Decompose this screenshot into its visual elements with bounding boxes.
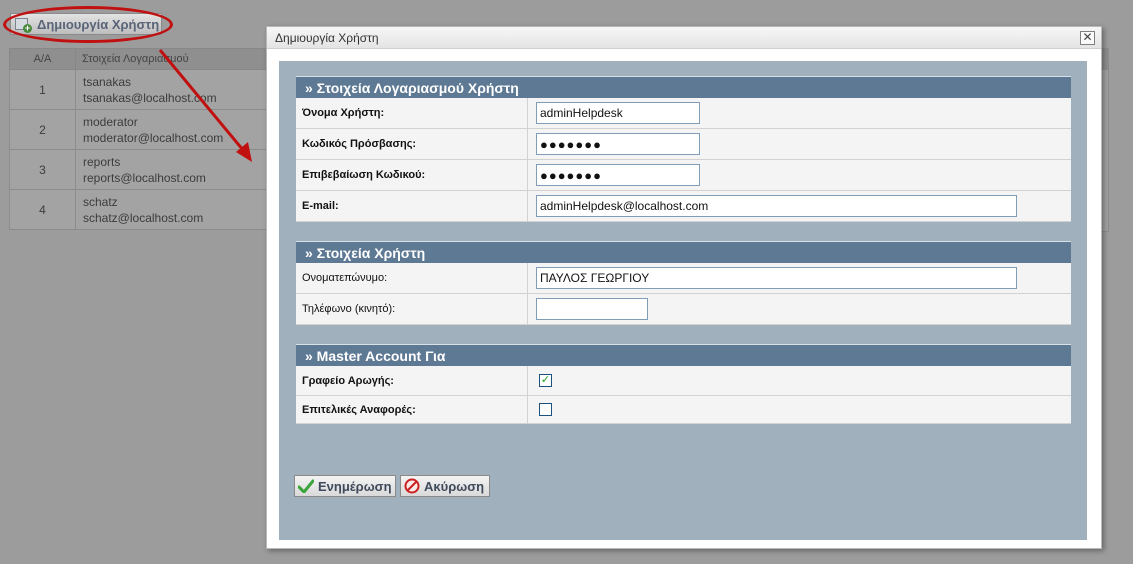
username-row: Όνομα Χρήστη: [296, 98, 1071, 129]
master-section-header: » Master Account Για [296, 344, 1071, 366]
column-header-account: Στοιχεία Λογαριασμού [75, 48, 267, 70]
dialog-title: Δημιουργία Χρήστη [275, 30, 379, 45]
helpdesk-row: Γραφείο Αρωγής: ✓ [296, 366, 1071, 396]
confirm-password-row: Επιβεβαίωση Κωδικού: [296, 160, 1071, 191]
email-row: E-mail: [296, 191, 1071, 222]
table-row[interactable]: 3 reports reports@localhost.com [9, 149, 267, 190]
column-header-index: Α/Α [9, 48, 76, 70]
password-row: Κωδικός Πρόσβασης: [296, 129, 1071, 160]
row-username: moderator [83, 114, 138, 129]
master-account-section: » Master Account Για Γραφείο Αρωγής: ✓ Ε… [296, 344, 1071, 424]
confirm-password-field[interactable] [536, 164, 700, 186]
checkmark-icon [298, 478, 314, 495]
row-email: reports@localhost.com [83, 170, 206, 185]
row-account: moderator moderator@localhost.com [75, 109, 267, 150]
update-button-label: Ενημέρωση [318, 478, 392, 494]
create-user-dialog: Δημιουργία Χρήστη ✕ » Στοιχεία Λογαριασμ… [266, 26, 1102, 549]
cancel-button[interactable]: Ακύρωση [400, 475, 490, 497]
dialog-titlebar[interactable]: Δημιουργία Χρήστη ✕ [267, 27, 1101, 49]
row-username: tsanakas [83, 74, 132, 89]
username-label: Όνομα Χρήστη: [296, 98, 528, 128]
row-email: moderator@localhost.com [83, 130, 224, 145]
fullname-label: Ονοματεπώνυμο: [296, 263, 528, 293]
row-account: reports reports@localhost.com [75, 149, 267, 190]
user-section-header: » Στοιχεία Χρήστη [296, 241, 1071, 263]
confirm-password-label: Επιβεβαίωση Κωδικού: [296, 160, 528, 190]
email-field[interactable] [536, 195, 1017, 217]
row-username: reports [83, 154, 121, 169]
row-index: 3 [9, 149, 76, 190]
user-details-section: » Στοιχεία Χρήστη Ονοματεπώνυμο: Τηλέφων… [296, 241, 1071, 325]
table-row[interactable]: 4 schatz schatz@localhost.com [9, 189, 267, 230]
username-field[interactable] [536, 102, 700, 124]
account-details-section: » Στοιχεία Λογαριασμού Χρήστη Όνομα Χρήσ… [296, 76, 1071, 222]
cancel-button-label: Ακύρωση [424, 478, 485, 494]
phone-label: Τηλέφωνο (κινητό): [296, 294, 528, 324]
close-icon[interactable]: ✕ [1080, 31, 1095, 45]
row-index: 2 [9, 109, 76, 150]
annotation-highlight-ellipse [3, 6, 173, 43]
row-index: 1 [9, 69, 76, 110]
checkmark-icon: ✓ [540, 374, 551, 386]
email-label: E-mail: [296, 191, 528, 221]
password-field[interactable] [536, 133, 700, 155]
users-table-header-row: Α/Α Στοιχεία Λογαριασμού [9, 48, 267, 70]
reports-checkbox[interactable] [539, 403, 552, 416]
update-button[interactable]: Ενημέρωση [294, 475, 396, 497]
users-table: Α/Α Στοιχεία Λογαριασμού 1 tsanakas tsan… [9, 48, 267, 230]
table-row[interactable]: 2 moderator moderator@localhost.com [9, 109, 267, 150]
dialog-body: » Στοιχεία Λογαριασμού Χρήστη Όνομα Χρήσ… [279, 61, 1087, 540]
helpdesk-label: Γραφείο Αρωγής: [296, 366, 528, 395]
row-email: tsanakas@localhost.com [83, 90, 217, 105]
cancel-icon [404, 478, 420, 495]
phone-row: Τηλέφωνο (κινητό): [296, 294, 1071, 325]
row-account: tsanakas tsanakas@localhost.com [75, 69, 267, 110]
password-label: Κωδικός Πρόσβασης: [296, 129, 528, 159]
phone-field[interactable] [536, 298, 648, 320]
row-index: 4 [9, 189, 76, 230]
row-email: schatz@localhost.com [83, 210, 204, 225]
row-username: schatz [83, 194, 118, 209]
fullname-row: Ονοματεπώνυμο: [296, 263, 1071, 294]
row-account: schatz schatz@localhost.com [75, 189, 267, 230]
account-section-header: » Στοιχεία Λογαριασμού Χρήστη [296, 76, 1071, 98]
table-row[interactable]: 1 tsanakas tsanakas@localhost.com [9, 69, 267, 110]
reports-label: Επιτελικές Αναφορές: [296, 396, 528, 423]
reports-row: Επιτελικές Αναφορές: [296, 396, 1071, 424]
fullname-field[interactable] [536, 267, 1017, 289]
helpdesk-checkbox[interactable]: ✓ [539, 374, 552, 387]
